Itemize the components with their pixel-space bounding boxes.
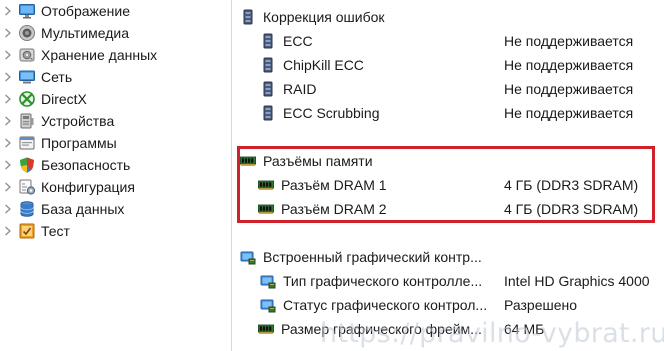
property-row-dram-1[interactable]: Разъём DRAM 1 — [258, 173, 387, 196]
property-name: ECC — [283, 32, 313, 49]
tree-item-label: Программы — [41, 135, 117, 151]
property-name: RAID — [283, 80, 317, 97]
tree-item-label: DirectX — [41, 91, 87, 107]
tree-item-label: Конфигурация — [41, 179, 135, 195]
tree-item-configuration[interactable]: Конфигурация — [0, 176, 232, 198]
property-name: Тип графического контроллe... — [283, 272, 483, 289]
memory-module-icon — [260, 57, 276, 73]
tree-item-multimedia[interactable]: Мультимедиа — [0, 22, 232, 44]
property-row-framebuffer-size[interactable]: Размер графического фрейм... — [258, 317, 482, 340]
device-icon — [18, 112, 36, 130]
property-value: Intel HD Graphics 4000 — [504, 272, 650, 289]
programs-icon — [18, 134, 36, 152]
ecc-section-header[interactable]: Коррекция ошибок — [240, 5, 385, 28]
shield-icon — [18, 156, 36, 174]
memory-module-icon — [240, 9, 256, 25]
tree-item-test[interactable]: Тест — [0, 220, 232, 242]
chevron-right-icon[interactable] — [2, 49, 14, 61]
property-value: 64 МБ — [504, 320, 545, 337]
property-value: 4 ГБ (DDR3 SDRAM) — [504, 176, 639, 193]
property-row-ecc-scrubbing[interactable]: ECC Scrubbing — [260, 101, 380, 124]
memory-module-icon — [260, 33, 276, 49]
memory-module-icon — [260, 81, 276, 97]
xbox-icon — [18, 90, 36, 108]
ram-stick-icon — [258, 321, 274, 337]
ram-stick-icon — [240, 153, 256, 169]
chevron-right-icon[interactable] — [2, 203, 14, 215]
tree-item-label: Хранение данных — [41, 47, 158, 63]
property-row-gpu-type[interactable]: Тип графического контроллe... — [260, 269, 482, 292]
monitor-icon — [18, 2, 36, 20]
property-row-chipkill[interactable]: ChipKill ECC — [260, 53, 364, 76]
storage-icon — [18, 46, 36, 64]
property-row-raid[interactable]: RAID — [260, 77, 316, 100]
database-icon — [18, 200, 36, 218]
graphics-card-icon — [260, 273, 276, 289]
tree-item-label: Отображение — [41, 3, 131, 19]
tree-item-database[interactable]: База данных — [0, 198, 232, 220]
tree-item-label: База данных — [41, 201, 125, 217]
tree-item-storage[interactable]: Хранение данных — [0, 44, 232, 66]
chevron-right-icon[interactable] — [2, 137, 14, 149]
chevron-right-icon[interactable] — [2, 115, 14, 127]
property-row-dram-2[interactable]: Разъём DRAM 2 — [258, 197, 387, 220]
chevron-right-icon[interactable] — [2, 5, 14, 17]
property-value: 4 ГБ (DDR3 SDRAM) — [504, 200, 639, 217]
tree-item-label: Сеть — [41, 69, 73, 85]
property-row-gpu-status[interactable]: Статус графического контрол... — [260, 293, 487, 316]
chevron-right-icon[interactable] — [2, 225, 14, 237]
chevron-right-icon[interactable] — [2, 181, 14, 193]
tree-item-label: Устройства — [41, 113, 115, 129]
chevron-right-icon[interactable] — [2, 71, 14, 83]
tree-item-directx[interactable]: DirectX — [0, 88, 232, 110]
property-value: Не поддерживается — [504, 80, 634, 97]
chevron-right-icon[interactable] — [2, 93, 14, 105]
tree-item-network[interactable]: Сеть — [0, 66, 232, 88]
property-row-ecc[interactable]: ECC — [260, 29, 313, 52]
property-name: Размер графического фрейм... — [281, 320, 482, 337]
property-name: ECC Scrubbing — [283, 104, 380, 121]
section-title: Разъёмы памяти — [263, 152, 373, 169]
graphics-card-icon — [260, 297, 276, 313]
property-value: Не поддерживается — [504, 56, 634, 73]
tree-item-security[interactable]: Безопасность — [0, 154, 232, 176]
graphics-card-icon — [240, 249, 256, 265]
property-name: Разъём DRAM 1 — [281, 176, 387, 193]
chevron-right-icon[interactable] — [2, 27, 14, 39]
chevron-right-icon[interactable] — [2, 159, 14, 171]
property-name: Разъём DRAM 2 — [281, 200, 387, 217]
memory-module-icon — [260, 105, 276, 121]
property-value: Не поддерживается — [504, 104, 634, 121]
ram-stick-icon — [258, 201, 274, 217]
graphics-section-header[interactable]: Встроенный графический контр... — [240, 245, 482, 268]
property-name: ChipKill ECC — [283, 56, 364, 73]
property-value: Разрешено — [504, 296, 578, 313]
test-icon — [18, 222, 36, 240]
property-value: Не поддерживается — [504, 32, 634, 49]
tree-item-devices[interactable]: Устройства — [0, 110, 232, 132]
speaker-icon — [18, 24, 36, 42]
ram-stick-icon — [258, 177, 274, 193]
config-icon — [18, 178, 36, 196]
tree-item-programs[interactable]: Программы — [0, 132, 232, 154]
category-tree: Отображение Мультимедиа Хранение данных … — [0, 0, 232, 351]
tree-item-label: Тест — [41, 223, 70, 239]
tree-item-label: Безопасность — [41, 157, 131, 173]
tree-item-display[interactable]: Отображение — [0, 0, 232, 22]
network-icon — [18, 68, 36, 86]
tree-item-label: Мультимедиа — [41, 25, 129, 41]
section-title: Коррекция ошибок — [263, 8, 385, 25]
memory-slots-section-header[interactable]: Разъёмы памяти — [240, 149, 373, 172]
property-name: Статус графического контрол... — [283, 296, 488, 313]
section-title: Встроенный графический контр... — [263, 248, 482, 265]
